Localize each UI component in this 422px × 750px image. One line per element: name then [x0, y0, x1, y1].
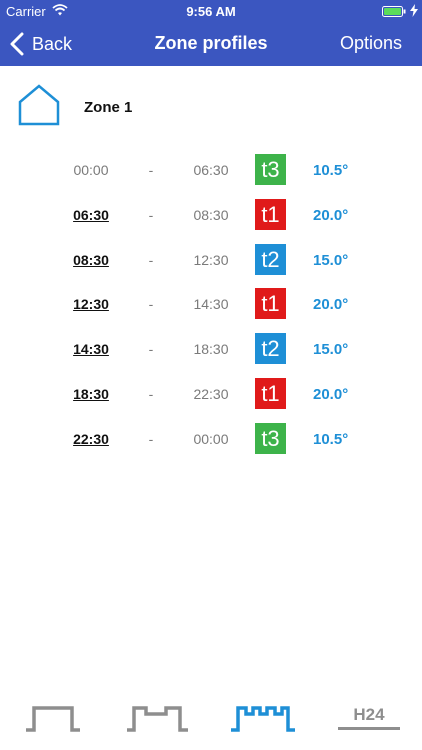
separator: -: [148, 296, 154, 313]
temperature-value: 20.0°: [313, 385, 349, 403]
separator: -: [148, 341, 154, 358]
temperature-value: 15.0°: [313, 251, 349, 269]
zone-header: Zone 1: [18, 83, 133, 131]
temperature-value: 20.0°: [313, 296, 349, 314]
start-time[interactable]: 18:30: [60, 386, 122, 402]
temperature-level-badge[interactable]: t1: [255, 198, 286, 230]
screen: Carrier 9:56 AM Back Zone profiles Optio…: [0, 0, 422, 750]
end-time: 00:00: [193, 430, 229, 447]
schedule-list: 00:00 - 06:30 t3 10.5° 06:30 - 08:30 t1 …: [0, 150, 422, 464]
start-time[interactable]: 12:30: [60, 296, 122, 312]
temperature-level-badge[interactable]: t2: [255, 243, 286, 275]
start-time[interactable]: 22:30: [60, 431, 122, 447]
temperature-value: 10.5°: [313, 430, 349, 448]
end-time: 22:30: [193, 385, 229, 402]
h24-label: H24: [353, 705, 385, 724]
end-time: 12:30: [193, 251, 229, 268]
temperature-level-badge[interactable]: t1: [255, 377, 286, 409]
clock: 9:56 AM: [186, 4, 236, 19]
temperature-level-badge[interactable]: t3: [255, 154, 286, 185]
separator: -: [148, 385, 154, 402]
temperature-value: 15.0°: [313, 341, 349, 359]
header: Carrier 9:56 AM Back Zone profiles Optio…: [0, 0, 422, 66]
options-button[interactable]: Options: [340, 33, 402, 54]
temperature-value: 10.5°: [313, 162, 349, 179]
end-time: 14:30: [193, 296, 229, 313]
temperature-value: 20.0°: [313, 206, 349, 224]
single-step-profile-icon: [20, 700, 90, 734]
start-time[interactable]: 06:30: [60, 207, 122, 223]
two-step-profile-icon: [124, 700, 194, 734]
profile-tab-bar: H24: [0, 700, 422, 750]
schedule-row: 12:30 - 14:30 t1 20.0°: [0, 284, 422, 329]
multi-step-profile-icon: [228, 700, 298, 734]
start-time: 00:00: [73, 162, 109, 178]
tab-single-step[interactable]: [20, 700, 90, 740]
tab-two-step[interactable]: [124, 700, 194, 740]
schedule-row: 06:30 - 08:30 t1 20.0°: [0, 195, 422, 240]
end-time: 08:30: [193, 206, 229, 223]
end-time: 06:30: [193, 162, 229, 178]
temperature-level-badge[interactable]: t3: [255, 422, 286, 454]
schedule-row: 14:30 - 18:30 t2 15.0°: [0, 329, 422, 374]
start-time[interactable]: 14:30: [60, 341, 122, 357]
separator: -: [148, 162, 154, 178]
temperature-level-badge[interactable]: t2: [255, 333, 286, 365]
schedule-row: 18:30 - 22:30 t1 20.0°: [0, 374, 422, 419]
schedule-row: 00:00 - 06:30 t3 10.5°: [0, 150, 422, 195]
separator: -: [148, 251, 154, 268]
temperature-level-badge[interactable]: t1: [255, 288, 286, 320]
end-time: 18:30: [193, 341, 229, 358]
zone-name: Zone 1: [84, 98, 133, 116]
charging-icon: [410, 4, 418, 17]
start-time[interactable]: 08:30: [60, 252, 122, 268]
h24-underline: [338, 727, 400, 730]
schedule-row: 08:30 - 12:30 t2 15.0°: [0, 240, 422, 285]
status-bar: Carrier 9:56 AM: [0, 0, 422, 22]
home-icon: [18, 83, 60, 131]
tab-multi-step[interactable]: [228, 700, 298, 740]
separator: -: [148, 206, 154, 223]
tab-h24[interactable]: H24: [334, 700, 404, 740]
battery-icon: [382, 5, 406, 17]
schedule-row: 22:30 - 00:00 t3 10.5°: [0, 419, 422, 464]
separator: -: [148, 430, 154, 447]
